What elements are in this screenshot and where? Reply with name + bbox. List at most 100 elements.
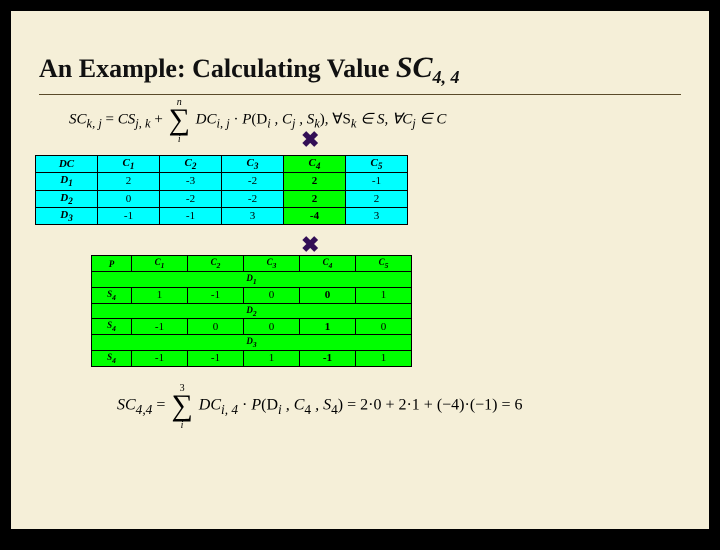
col-header: C2 <box>160 156 222 173</box>
h1: C <box>123 157 130 169</box>
f1-cs-sub: j, k <box>135 117 150 131</box>
f2-dc-sub: i, 4 <box>221 402 238 417</box>
cell: -1 <box>188 287 244 303</box>
cell: 3 <box>222 207 284 224</box>
r0s: 1 <box>68 179 73 189</box>
cell: 2 <box>98 173 160 190</box>
title-sub: 4, 4 <box>433 67 460 87</box>
col-header: C5 <box>346 156 408 173</box>
f1-dc-sub: i, j <box>217 117 230 131</box>
table-row: S4 -1 -1 1 -1 1 <box>92 350 412 366</box>
table-row: D2 0 -2 -2 2 2 <box>36 190 408 207</box>
cell: -2 <box>160 190 222 207</box>
f1-plus: + <box>154 112 166 128</box>
row-label: S4 <box>92 319 132 335</box>
f1-eq: = <box>106 112 118 128</box>
page-title: An Example: Calculating Value SC4, 4 <box>39 51 681 88</box>
g0ds: 1 <box>253 277 257 286</box>
h5: C <box>371 157 378 169</box>
f2-dc: DC <box>199 397 221 414</box>
f2-dot: · <box>242 397 251 414</box>
d2-label: D2 <box>92 303 412 319</box>
col-header: C3 <box>222 156 284 173</box>
p-h4s: 4 <box>329 261 333 270</box>
h0: DC <box>59 158 74 170</box>
f1-p: P <box>242 112 251 128</box>
h4s: 4 <box>316 161 321 171</box>
f2-c2: , S <box>311 397 331 414</box>
h2: C <box>185 157 192 169</box>
f1-dot: · <box>233 112 242 128</box>
r0l: D <box>60 174 68 186</box>
f2-s4: 4 <box>331 402 338 417</box>
h5s: 5 <box>378 161 383 171</box>
f1-pargs: (D <box>251 112 267 128</box>
formula-bottom: SC4,4 = 3 ∑ i DCi, 4 · P(Di , C4 , S4) =… <box>117 391 523 421</box>
col-header: C1 <box>98 156 160 173</box>
f2-pargs: (D <box>261 397 278 414</box>
cell: -1 <box>346 173 408 190</box>
d-subheader: D3 <box>92 335 412 351</box>
cell: 2 <box>346 190 408 207</box>
table-header-row: P C1 C2 C3 C4 C5 <box>92 256 412 272</box>
sig1-bot: i <box>178 134 181 145</box>
col-header: C3 <box>244 256 300 272</box>
cell: -1 <box>98 207 160 224</box>
col-header: C1 <box>132 256 188 272</box>
r2l: D <box>60 209 68 221</box>
d3-label: D3 <box>92 335 412 351</box>
h3s: 3 <box>254 161 259 171</box>
r1s: 2 <box>68 196 73 206</box>
p-h3s: 3 <box>273 261 277 270</box>
p-table: P C1 C2 C3 C4 C5 D1 S4 1 -1 0 0 1 D2 S4 … <box>91 255 412 367</box>
col-header-hl: C4 <box>284 156 346 173</box>
table-header-row: DC C1 C2 C3 C4 C5 <box>36 156 408 173</box>
sigma-icon: ∑ <box>169 105 190 135</box>
sig2-top: 3 <box>180 383 185 394</box>
f1-dc: DC <box>196 112 217 128</box>
d-subheader: D1 <box>92 271 412 287</box>
cell: 1 <box>356 287 412 303</box>
multiply-icon: ✖ <box>301 127 319 153</box>
g1ds: 2 <box>253 308 257 317</box>
sigma-2: 3 ∑ i <box>171 391 192 421</box>
h4: C <box>309 157 316 169</box>
table-row: S4 1 -1 0 0 1 <box>92 287 412 303</box>
cell: -2 <box>222 190 284 207</box>
cell: 0 <box>356 319 412 335</box>
f2-close: ) = <box>338 397 356 414</box>
table-row: S4 -1 0 0 1 0 <box>92 319 412 335</box>
cell-hl: 2 <box>284 190 346 207</box>
h2s: 2 <box>192 161 197 171</box>
f1-c1: , C <box>271 112 292 128</box>
g1ls: 4 <box>112 324 116 333</box>
table-row: D1 2 -3 -2 2 -1 <box>36 173 408 190</box>
r1l: D <box>60 192 68 204</box>
cell: -3 <box>160 173 222 190</box>
p-h5s: 5 <box>385 261 389 270</box>
d1-label: D1 <box>92 271 412 287</box>
f1-lhs: SC <box>69 112 87 128</box>
cell: 0 <box>188 319 244 335</box>
g2ls: 4 <box>112 356 116 365</box>
cell-hl: 0 <box>300 287 356 303</box>
f2-lhs: SC <box>117 397 136 414</box>
f1-lhs-sub: k, j <box>87 117 102 131</box>
cell: -2 <box>222 173 284 190</box>
formula-top: SCk, j = CSj, k + n ∑ i DCi, j · P(Di , … <box>69 105 681 135</box>
h3: C <box>247 157 254 169</box>
cell-hl: 2 <box>284 173 346 190</box>
col-header: C5 <box>356 256 412 272</box>
p-corner: P <box>92 256 132 272</box>
row-label: S4 <box>92 287 132 303</box>
p-h2s: 2 <box>217 261 221 270</box>
f1-close: ), ∀S <box>320 112 351 128</box>
cell-hl: -4 <box>284 207 346 224</box>
f1-c2: , S <box>295 112 314 128</box>
row-label: D2 <box>36 190 98 207</box>
g0ls: 4 <box>112 293 116 302</box>
cell: 1 <box>244 350 300 366</box>
f2-eq: = <box>156 397 169 414</box>
cell: 0 <box>98 190 160 207</box>
cell: -1 <box>132 350 188 366</box>
